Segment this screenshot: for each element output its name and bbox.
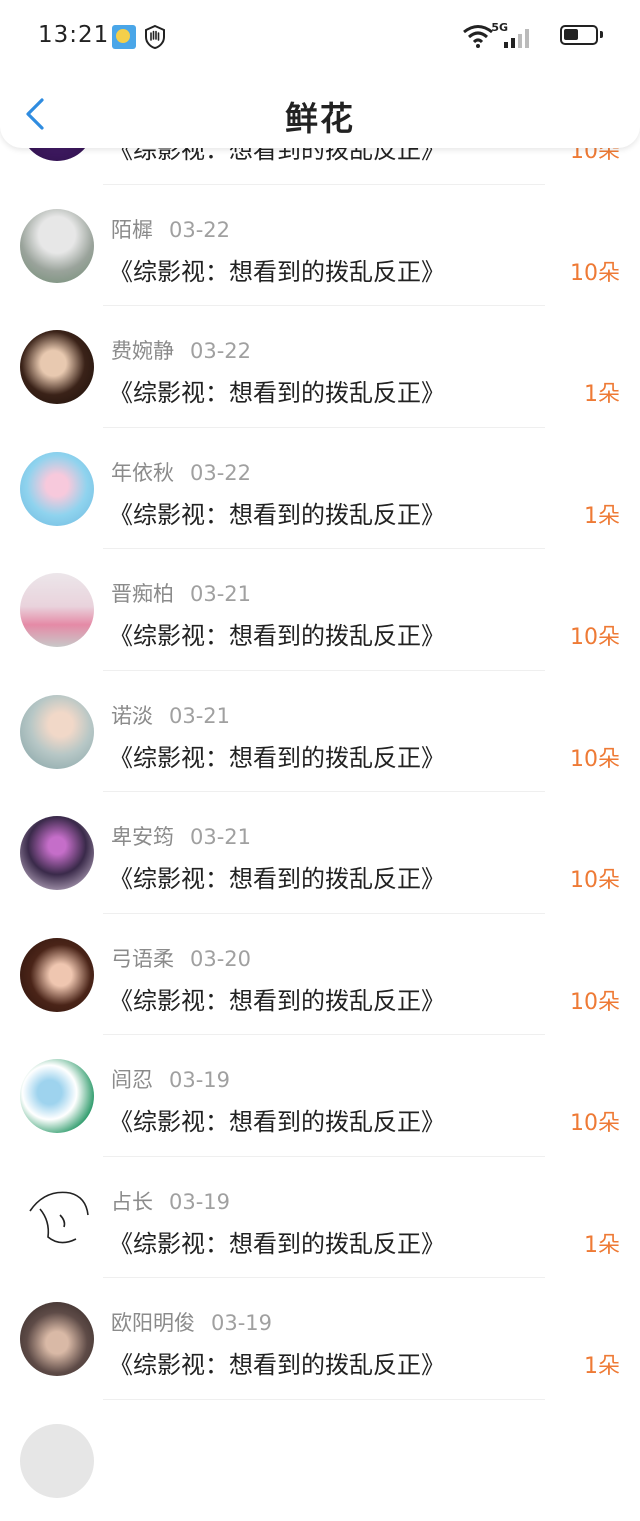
signal-icon bbox=[504, 28, 532, 48]
avatar bbox=[20, 938, 94, 1012]
item-date: 03-19 bbox=[169, 1190, 230, 1214]
list-item[interactable]: 欧阳明俊03-19 《综影视：想看到的拨乱反正》 1朵 bbox=[0, 1278, 640, 1400]
avatar bbox=[20, 1302, 94, 1376]
item-title: 《综影视：想看到的拨乱反正》 bbox=[109, 981, 445, 1016]
flower-count: 10朵 bbox=[570, 619, 620, 651]
flower-count: 1朵 bbox=[584, 498, 620, 530]
flower-count: 1朵 bbox=[584, 1227, 620, 1259]
item-date: 03-22 bbox=[190, 461, 251, 485]
item-title: 《综影视：想看到的拨乱反正》 bbox=[109, 616, 445, 651]
user-name: 占长03-19 bbox=[111, 1186, 230, 1216]
list-item[interactable]: 年依秋03-22 《综影视：想看到的拨乱反正》 1朵 bbox=[0, 428, 640, 550]
item-title: 《综影视：想看到的拨乱反正》 bbox=[109, 738, 445, 773]
header: 13:21 5G 鲜花 bbox=[0, 0, 640, 148]
hand-shield-icon bbox=[142, 24, 168, 50]
item-date: 03-19 bbox=[211, 1311, 272, 1335]
flower-count: 10朵 bbox=[570, 984, 620, 1016]
user-name: 年依秋03-22 bbox=[111, 457, 251, 487]
item-title: 《综影视：想看到的拨乱反正》 bbox=[109, 1224, 445, 1259]
user-name: 欧阳明俊03-19 bbox=[111, 1307, 272, 1337]
item-title: 《综影视：想看到的拨乱反正》 bbox=[109, 1102, 445, 1137]
user-name: 陌樨03-22 bbox=[111, 214, 230, 244]
list-item[interactable]: 诺淡03-21 《综影视：想看到的拨乱反正》 10朵 bbox=[0, 671, 640, 793]
wifi-icon bbox=[462, 24, 494, 48]
list-item[interactable]: 占长03-19 《综影视：想看到的拨乱反正》 1朵 bbox=[0, 1157, 640, 1279]
user-name: 卑安筠03-21 bbox=[111, 821, 251, 851]
item-title: 《综影视：想看到的拨乱反正》 bbox=[109, 252, 445, 287]
list-item[interactable]: 陌樨03-22 《综影视：想看到的拨乱反正》 10朵 bbox=[0, 185, 640, 307]
avatar bbox=[20, 573, 94, 647]
avatar bbox=[20, 1059, 94, 1133]
user-name: 诺淡03-21 bbox=[111, 700, 230, 730]
battery-icon bbox=[560, 25, 598, 45]
item-date: 03-22 bbox=[190, 339, 251, 363]
item-date: 03-21 bbox=[190, 582, 251, 606]
item-title: 《综影视：想看到的拨乱反正》 bbox=[109, 859, 445, 894]
avatar bbox=[20, 695, 94, 769]
avatar bbox=[20, 209, 94, 283]
item-date: 03-22 bbox=[169, 218, 230, 242]
user-name: 晋痴柏03-21 bbox=[111, 578, 251, 608]
list-item[interactable] bbox=[0, 1400, 640, 1521]
avatar bbox=[20, 816, 94, 890]
item-title: 《综影视：想看到的拨乱反正》 bbox=[109, 1345, 445, 1380]
avatar bbox=[20, 1424, 94, 1498]
flower-count: 10朵 bbox=[570, 862, 620, 894]
avatar bbox=[20, 452, 94, 526]
status-time: 13:21 bbox=[38, 22, 109, 48]
flower-count: 1朵 bbox=[584, 1348, 620, 1380]
item-title: 《综影视：想看到的拨乱反正》 bbox=[109, 373, 445, 408]
flower-count: 1朵 bbox=[584, 376, 620, 408]
list-item[interactable]: 弓语柔03-20 《综影视：想看到的拨乱反正》 10朵 bbox=[0, 914, 640, 1036]
list-item[interactable]: 费婉静03-22 《综影视：想看到的拨乱反正》 1朵 bbox=[0, 306, 640, 428]
flower-list: 《综影视：想看到的拨乱反正》 10朵 陌樨03-22 《综影视：想看到的拨乱反正… bbox=[0, 63, 640, 1521]
page-title: 鲜花 bbox=[0, 92, 640, 140]
user-name: 闾忍03-19 bbox=[111, 1064, 230, 1094]
item-title: 《综影视：想看到的拨乱反正》 bbox=[109, 495, 445, 530]
list-item[interactable]: 闾忍03-19 《综影视：想看到的拨乱反正》 10朵 bbox=[0, 1035, 640, 1157]
avatar bbox=[20, 1181, 94, 1255]
list-item[interactable]: 卑安筠03-21 《综影视：想看到的拨乱反正》 10朵 bbox=[0, 792, 640, 914]
user-name: 弓语柔03-20 bbox=[111, 943, 251, 973]
avatar bbox=[20, 330, 94, 404]
weather-icon bbox=[112, 25, 136, 49]
flower-count: 10朵 bbox=[570, 1105, 620, 1137]
flower-count: 10朵 bbox=[570, 741, 620, 773]
item-date: 03-20 bbox=[190, 947, 251, 971]
item-date: 03-19 bbox=[169, 1068, 230, 1092]
item-date: 03-21 bbox=[169, 704, 230, 728]
sketch-avatar-art bbox=[20, 1181, 94, 1255]
list-item[interactable]: 晋痴柏03-21 《综影视：想看到的拨乱反正》 10朵 bbox=[0, 549, 640, 671]
flower-count: 10朵 bbox=[570, 255, 620, 287]
user-name: 费婉静03-22 bbox=[111, 335, 251, 365]
item-date: 03-21 bbox=[190, 825, 251, 849]
